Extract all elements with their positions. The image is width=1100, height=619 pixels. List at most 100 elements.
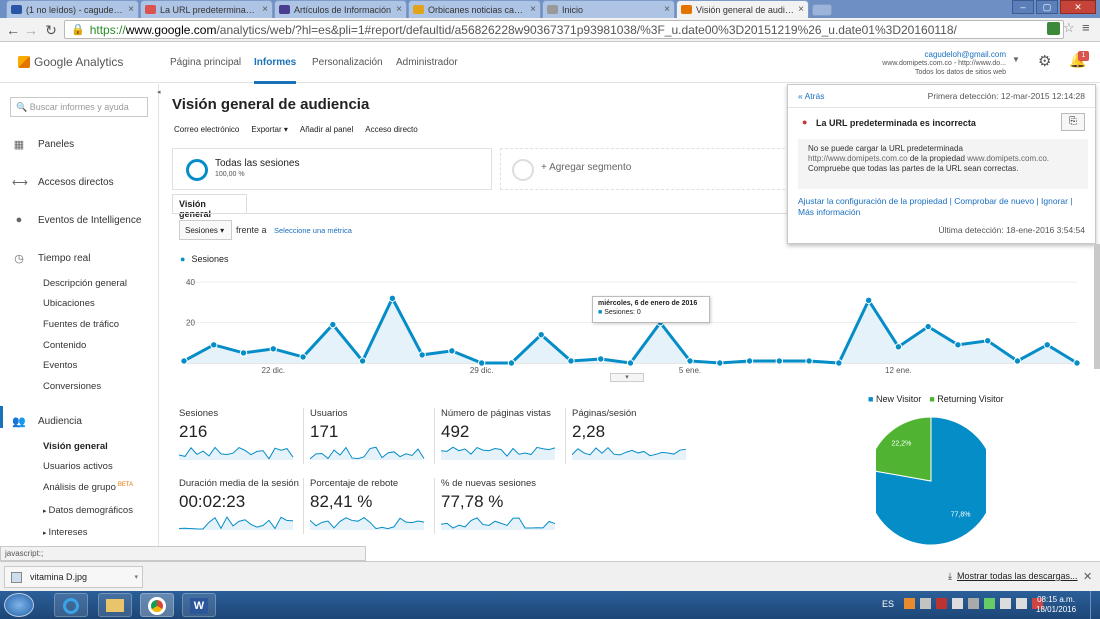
new-tab-button[interactable] [812, 4, 832, 16]
nav-reports[interactable]: Informes [254, 57, 297, 84]
sidebar-sub-cohort[interactable]: Análisis de grupo BETA [43, 482, 133, 493]
chevron-down-icon[interactable]: ▾ [134, 573, 138, 581]
tab-close-icon[interactable]: × [526, 4, 536, 15]
reload-icon[interactable]: ↻ [42, 21, 60, 39]
ga-logo[interactable]: Google Analytics [18, 55, 123, 69]
tab-close-icon[interactable]: × [660, 4, 670, 15]
star-icon[interactable]: ☆ [1063, 20, 1075, 36]
pie-slice[interactable] [876, 416, 932, 482]
clock[interactable]: 08:15 a.m. 18/01/2016 [1036, 595, 1076, 615]
extension-icon[interactable] [1047, 22, 1060, 35]
sidebar-sub-demographics[interactable]: ▸ Datos demográficos [43, 505, 133, 516]
metric-dropdown[interactable]: Sesiones ▾ [179, 220, 232, 240]
kpi-label: Usuarios [310, 408, 348, 419]
export-button[interactable]: Exportar ▾ [251, 125, 287, 134]
browser-tab[interactable]: Orbicanes noticias caninas × [408, 0, 541, 18]
sidebar-sub-events[interactable]: Eventos [43, 360, 77, 371]
sidebar-sub-conversions[interactable]: Conversiones [43, 381, 101, 392]
tray-security-icon[interactable] [936, 598, 947, 609]
favicon-icon [11, 5, 22, 14]
chart-handle[interactable]: ▾ [610, 373, 644, 382]
sidebar-sub-interests[interactable]: ▸ Intereses [43, 527, 88, 538]
sidebar-sub-audience-overview[interactable]: Visión general [43, 441, 108, 452]
kpi-value: 2,28 [572, 422, 606, 441]
menu-icon[interactable]: ≡ [1082, 20, 1090, 35]
gear-icon[interactable]: ⚙ [1038, 52, 1051, 70]
more-info-link[interactable]: Más información [798, 207, 860, 217]
ie-icon[interactable] [54, 593, 88, 617]
kpi-card[interactable]: Número de páginas vistas 492 [441, 408, 566, 468]
panel-actions[interactable]: Ajustar la configuración de la propiedad… [798, 196, 1073, 206]
account-selector[interactable]: cagudeloh@gmail.com www.domipets.com.co … [856, 50, 1006, 77]
close-icon[interactable]: ✕ [1083, 570, 1092, 583]
tray-flag-icon[interactable] [952, 598, 963, 609]
kpi-card[interactable]: Usuarios 171 [310, 408, 435, 468]
sessions-line-chart[interactable]: 40 20 22 dic. 29 dic. 5 ene. 12 ene. [172, 268, 1092, 383]
clipboard-icon[interactable]: ⎘ [1061, 113, 1085, 131]
sidebar-sub-active-users[interactable]: Usuarios activos [43, 461, 113, 472]
tray-volume-icon[interactable] [1016, 598, 1027, 609]
kpi-sparkline [572, 446, 687, 460]
tab-close-icon[interactable]: × [392, 4, 402, 15]
visitor-pie-chart[interactable]: 77,8% 22,2% [876, 413, 986, 549]
nav-customization[interactable]: Personalización [312, 57, 383, 68]
sidebar-sub-locations[interactable]: Ubicaciones [43, 298, 95, 309]
forward-icon[interactable]: → [22, 21, 40, 39]
address-bar[interactable]: 🔒 https:// www.google.com /analytics/web… [64, 20, 1064, 39]
minimize-button[interactable]: – [1012, 0, 1034, 14]
add-segment-button[interactable]: + Agregar segmento [500, 148, 790, 190]
show-desktop-button[interactable] [1090, 591, 1100, 619]
folder-icon[interactable] [98, 593, 132, 617]
sidebar-item-audience[interactable]: 👥 Audiencia [12, 415, 82, 429]
search-input[interactable]: 🔍 Buscar informes y ayuda [10, 97, 148, 117]
page-scrollbar[interactable] [1094, 244, 1100, 369]
tab-overview[interactable]: Visión general [172, 194, 247, 219]
show-all-downloads[interactable]: ⤓ Mostrar todas las descargas... [948, 571, 1078, 582]
language-indicator[interactable]: ES [882, 599, 894, 609]
download-item[interactable]: vitamina D.jpg ▾ [4, 566, 143, 588]
email-button[interactable]: Correo electrónico [174, 125, 239, 134]
segment-all-sessions[interactable]: Todas las sesiones 100,00 % [172, 148, 492, 190]
sidebar-item-intelligence[interactable]: ● Eventos de Intelligence [12, 214, 142, 226]
kpi-card[interactable]: Duración media de la sesión 00:02:23 [179, 478, 304, 538]
sidebar-sub-content[interactable]: Contenido [43, 340, 86, 351]
sidebar-sub-traffic[interactable]: Fuentes de tráfico [43, 319, 119, 330]
start-button[interactable] [4, 593, 34, 617]
browser-tab[interactable]: La URL predeterminada es × [140, 0, 273, 18]
shortcut-button[interactable]: Acceso directo [365, 125, 417, 134]
kpi-card[interactable]: Sesiones 216 [179, 408, 304, 468]
browser-tab[interactable]: Artículos de Información × [274, 0, 407, 18]
nav-admin[interactable]: Administrador [396, 57, 458, 68]
word-icon[interactable]: W [182, 593, 216, 617]
select-metric-link[interactable]: Seleccione una métrica [274, 226, 352, 235]
nav-home[interactable]: Página principal [170, 57, 241, 68]
chrome-icon[interactable] [140, 593, 174, 617]
tab-close-icon[interactable]: × [124, 4, 134, 15]
kpi-divider [434, 478, 435, 534]
tray-settings-icon[interactable] [920, 598, 931, 609]
browser-tab[interactable]: (1 no leídos) - cagudeloh × [6, 0, 139, 18]
chevron-down-icon[interactable]: ▼ [1012, 55, 1020, 64]
tray-battery-icon[interactable] [984, 598, 995, 609]
data-point [626, 359, 635, 367]
sidebar-item-realtime[interactable]: ◷ Tiempo real [12, 252, 91, 266]
close-window-button[interactable]: ✕ [1060, 0, 1096, 14]
tray-network-icon[interactable] [1000, 598, 1011, 609]
sidebar-sub-overview[interactable]: Descripción general [43, 278, 127, 289]
tab-close-icon[interactable]: × [794, 4, 804, 15]
back-link[interactable]: « Atrás [798, 91, 824, 101]
back-icon[interactable]: ← [4, 21, 22, 39]
browser-tab[interactable]: Visión general de audiencia× [676, 0, 809, 18]
kpi-card[interactable]: Páginas/sesión 2,28 [572, 408, 694, 468]
browser-tab[interactable]: Inicio × [542, 0, 675, 18]
add-dashboard-button[interactable]: Añadir al panel [300, 125, 353, 134]
sidebar-item-dashboards[interactable]: ▦ Paneles [12, 138, 74, 152]
sidebar-item-shortcuts[interactable]: ⟷ Accesos directos [12, 176, 114, 190]
kpi-card[interactable]: Porcentaje de rebote 82,41 % [310, 478, 435, 538]
tray-app-icon[interactable] [904, 598, 915, 609]
tray-monitor-icon[interactable] [968, 598, 979, 609]
kpi-card[interactable]: % de nuevas sesiones 77,78 % [441, 478, 563, 538]
sidebar-label: Tiempo real [38, 252, 91, 264]
maximize-button[interactable]: ▢ [1036, 0, 1058, 14]
tab-close-icon[interactable]: × [258, 4, 268, 15]
